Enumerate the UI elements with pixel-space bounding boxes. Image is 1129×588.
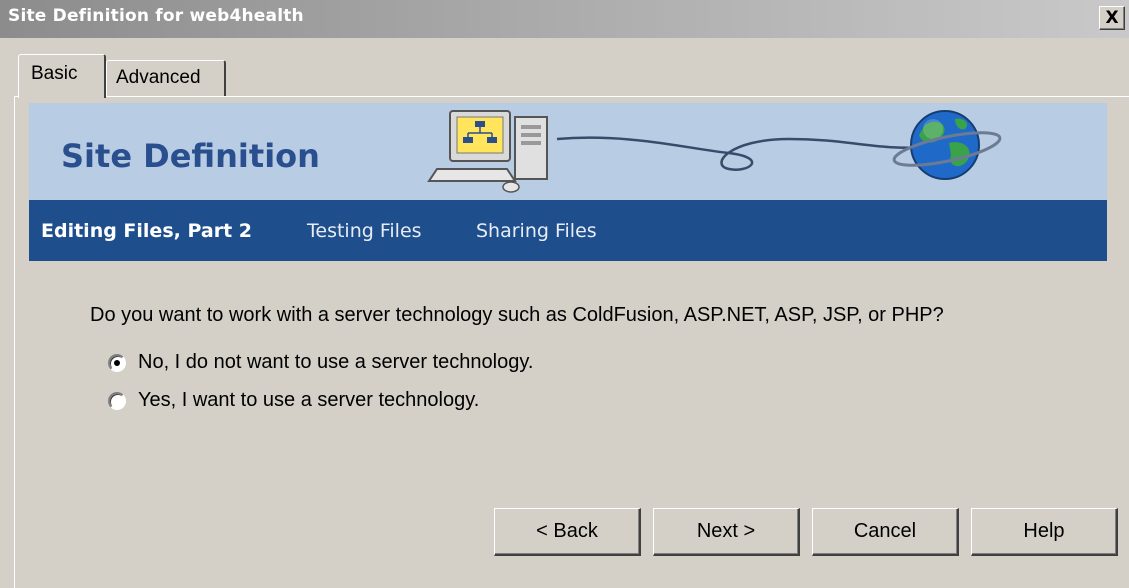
option-label: Yes, I want to use a server technology. — [138, 389, 480, 411]
globe-icon — [892, 110, 1002, 180]
option-label: No, I do not want to use a server techno… — [138, 351, 534, 373]
radio-yes-server-technology[interactable] — [108, 391, 126, 410]
server-technology-question: Do you want to work with a server techno… — [90, 304, 944, 326]
cancel-button[interactable]: Cancel — [812, 508, 959, 556]
option-yes-server-technology[interactable]: Yes, I want to use a server technology. — [108, 389, 479, 412]
back-button[interactable]: < Back — [494, 508, 641, 556]
tab-basic[interactable]: Basic — [18, 54, 106, 98]
radio-no-server-technology[interactable] — [108, 353, 126, 372]
step-editing-files: Editing Files, Part 2 — [41, 220, 252, 242]
banner-illustration — [427, 110, 1002, 193]
step-testing-files: Testing Files — [307, 220, 422, 242]
close-button[interactable]: X — [1099, 6, 1125, 30]
network-cable — [556, 136, 930, 171]
next-button[interactable]: Next > — [653, 508, 800, 556]
title-bar[interactable]: Site Definition for web4health X — [0, 0, 1129, 38]
tab-advanced[interactable]: Advanced — [106, 60, 226, 96]
window-title: Site Definition for web4health — [8, 6, 304, 26]
wizard-step-bar: Editing Files, Part 2 Testing Files Shar… — [29, 200, 1107, 261]
option-no-server-technology[interactable]: No, I do not want to use a server techno… — [108, 351, 533, 374]
site-definition-banner: Site Definition — [29, 103, 1107, 200]
computer-network-icon — [427, 110, 548, 193]
help-button[interactable]: Help — [971, 508, 1118, 556]
step-sharing-files: Sharing Files — [476, 220, 597, 242]
